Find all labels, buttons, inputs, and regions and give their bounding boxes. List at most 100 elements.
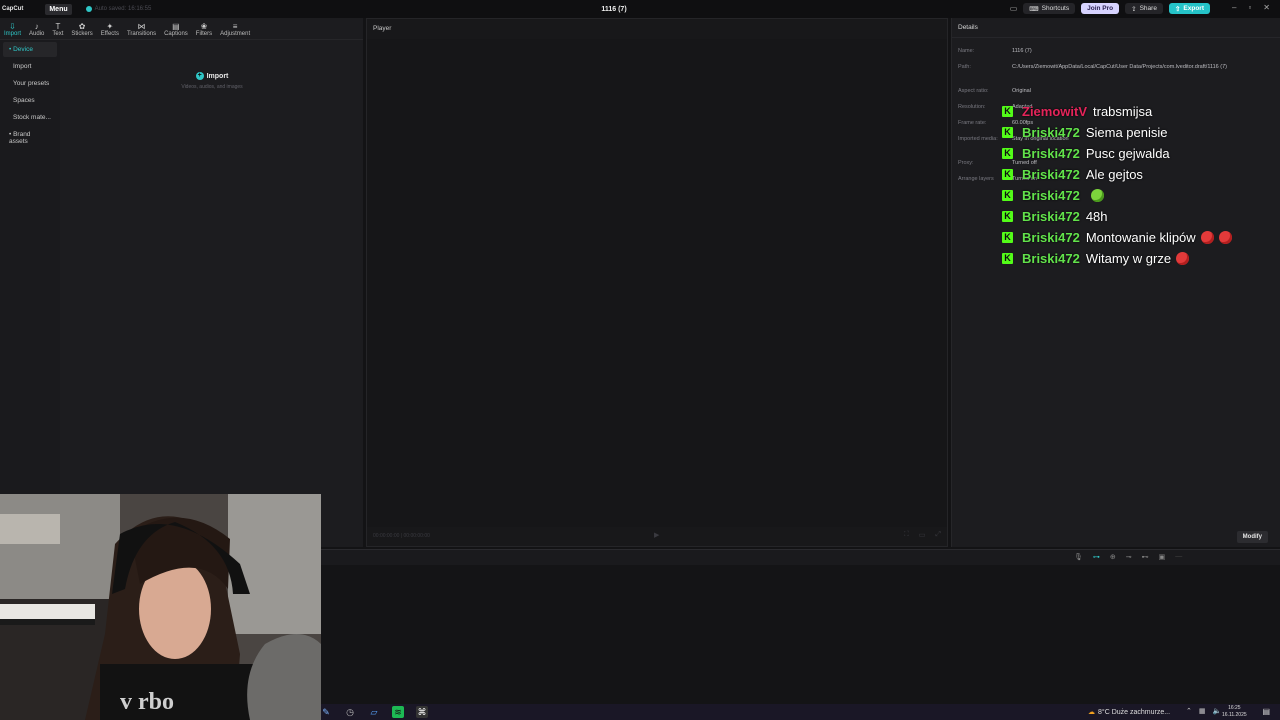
- chat-text: trabsmijsa: [1093, 104, 1153, 119]
- tool-label: Transitions: [126, 30, 157, 37]
- modify-button[interactable]: Modify: [1236, 531, 1268, 543]
- fullscreen-icon[interactable]: ⤢: [935, 531, 941, 539]
- join-pro-button[interactable]: Join Pro: [1081, 3, 1120, 14]
- import-subtitle: Videos, audios, and images: [181, 84, 243, 90]
- pen-icon[interactable]: ✎: [320, 706, 332, 718]
- close-icon[interactable]: ✕: [1263, 3, 1270, 12]
- detail-label: Resolution:: [958, 104, 986, 110]
- keyboard-icon: ⌨: [1029, 5, 1039, 13]
- tablet-app-icon[interactable]: ▱: [368, 706, 380, 718]
- chat-message: K Briski472 Montowanie klipów: [1002, 227, 1272, 248]
- capcut-icon[interactable]: ⌘: [416, 706, 428, 718]
- detail-value: Original: [1012, 88, 1031, 94]
- shortcuts-button[interactable]: ⌨ Shortcuts: [1023, 3, 1076, 14]
- tool-audio[interactable]: ♪ Audio: [25, 18, 48, 40]
- transitions-icon: ⋈: [137, 21, 146, 31]
- tool-label: Audio: [29, 30, 45, 37]
- network-icon[interactable]: ▦: [1199, 707, 1206, 715]
- adjustment-icon: ≡: [232, 21, 238, 31]
- chat-text: Witamy w grze: [1085, 251, 1172, 266]
- ratio-icon[interactable]: ▭: [919, 531, 926, 539]
- webcam-image: v rbo: [0, 494, 321, 720]
- detail-name-row: Name: 1116 (7): [958, 48, 1276, 54]
- tool-effects[interactable]: ✦ Effects: [97, 18, 123, 40]
- tool-filters[interactable]: ❀ Filters: [192, 18, 216, 40]
- nav-brand-assets[interactable]: • Brand assets: [3, 127, 57, 149]
- share-icon: ⇪: [1131, 5, 1137, 13]
- filters-icon: ❀: [200, 21, 208, 31]
- detail-label: Arrange layers: [958, 176, 994, 182]
- preview-axis-icon[interactable]: ⊸: [1126, 553, 1132, 561]
- layout-icon[interactable]: ▭: [1010, 4, 1018, 13]
- text-icon: T: [55, 21, 61, 31]
- import-dropzone[interactable]: + Import Videos, audios, and images: [172, 72, 252, 90]
- webcam-overlay: v rbo: [0, 494, 321, 720]
- details-panel: Details Name: 1116 (7) Path: C:/Users/Ziem…: [951, 18, 1280, 547]
- clock-app-icon[interactable]: ◷: [344, 706, 356, 718]
- weather-widget[interactable]: ☁ 8°C Duże zachmurze...: [1088, 708, 1170, 717]
- tool-captions[interactable]: ▤ Captions: [160, 18, 192, 40]
- export-button[interactable]: ⇧ Export: [1168, 3, 1210, 14]
- taskbar-apps: ✎ ◷ ▱ ≋ ⌘: [320, 706, 428, 718]
- nav-device[interactable]: • Device: [3, 42, 57, 57]
- kick-icon: K: [1002, 232, 1013, 243]
- kick-icon: K: [1002, 211, 1013, 222]
- detail-value: C:/Users/Ziemowit/AppData/Local/CapCut/U…: [1012, 64, 1227, 70]
- microphone-icon[interactable]: 🎙: [1074, 553, 1083, 561]
- share-button[interactable]: ⇪ Share: [1125, 3, 1163, 14]
- nav-import[interactable]: Import: [3, 59, 57, 74]
- zoom-slider-icon[interactable]: —: [1175, 553, 1182, 561]
- tool-label: Adjustment: [220, 30, 251, 37]
- crop-icon[interactable]: ⛶: [904, 531, 909, 539]
- chat-username: Briski472: [1022, 230, 1080, 245]
- captions-icon: ▤: [172, 21, 180, 31]
- import-title: + Import: [172, 72, 252, 80]
- chat-message: K Briski472 Siema penisie: [1002, 122, 1272, 143]
- media-panel: + Import Videos, audios, and images: [60, 40, 363, 547]
- detail-label: Aspect ratio:: [958, 88, 989, 94]
- stickers-icon: ✿: [78, 21, 86, 31]
- clock-date: 16.11.2025: [1222, 712, 1247, 718]
- chat-message: K Briski472 Witamy w grze: [1002, 248, 1272, 269]
- kick-icon: K: [1002, 106, 1013, 117]
- tool-label: Captions: [164, 30, 188, 37]
- notification-icon[interactable]: ▤: [1262, 707, 1270, 716]
- tool-label: Filters: [195, 30, 213, 37]
- nav-your-presets[interactable]: Your presets: [3, 76, 57, 91]
- window-controls: – ▫ ✕: [1232, 3, 1270, 12]
- left-nav: • Device Import Your presets Spaces Stoc…: [0, 40, 60, 547]
- chat-overlay: K ZiemowitV trabsmijsa K Briski472 Siema…: [1002, 101, 1272, 269]
- chat-username: Briski472: [1022, 188, 1080, 203]
- taskbar-clock[interactable]: 16:25 16.11.2025: [1222, 705, 1247, 719]
- maximize-icon[interactable]: ▫: [1248, 3, 1251, 12]
- chat-username: Briski472: [1022, 146, 1080, 161]
- caption-track-icon[interactable]: ▣: [1159, 553, 1166, 561]
- detail-label: Path:: [958, 64, 971, 70]
- timeline-tools: 🎙 ⊶ ⊕ ⊸ ⊷ ▣ —: [1074, 553, 1182, 561]
- minimize-icon[interactable]: –: [1232, 3, 1236, 12]
- player-canvas[interactable]: [367, 39, 947, 527]
- tool-stickers[interactable]: ✿ Stickers: [67, 18, 96, 40]
- tool-label: Effects: [100, 30, 119, 37]
- link-icon[interactable]: ⊶: [1093, 553, 1100, 561]
- tool-transitions[interactable]: ⋈ Transitions: [123, 18, 160, 40]
- chevron-up-icon[interactable]: ⌃: [1186, 707, 1192, 715]
- tool-text[interactable]: T Text: [48, 18, 67, 40]
- nav-stock-materials[interactable]: Stock mate...: [3, 110, 57, 125]
- detail-aspect-row: Aspect ratio: Original: [958, 88, 1276, 94]
- main-toolbar: ⇩ Import ♪ Audio T Text ✿ Stickers ✦ Effects …: [0, 18, 363, 40]
- spotify-icon[interactable]: ≋: [392, 706, 404, 718]
- tool-label: Stickers: [71, 30, 93, 37]
- chat-message: K Briski472 Ale gejtos: [1002, 164, 1272, 185]
- play-icon[interactable]: ▶: [654, 531, 659, 539]
- split-icon[interactable]: ⊷: [1142, 553, 1149, 561]
- volume-icon[interactable]: 🔈: [1213, 707, 1222, 715]
- tool-import[interactable]: ⇩ Import: [0, 18, 25, 40]
- tool-adjustment[interactable]: ≡ Adjustment: [216, 18, 254, 40]
- nav-spaces[interactable]: Spaces: [3, 93, 57, 108]
- kick-icon: K: [1002, 148, 1013, 159]
- chat-text: 48h: [1085, 209, 1108, 224]
- player-right-controls: ⛶ ▭ ⤢: [904, 531, 941, 539]
- snap-icon[interactable]: ⊕: [1110, 553, 1116, 561]
- player-controls: 00:00:00:00 | 00:00:00:00 ▶ ⛶ ▭ ⤢: [367, 525, 947, 546]
